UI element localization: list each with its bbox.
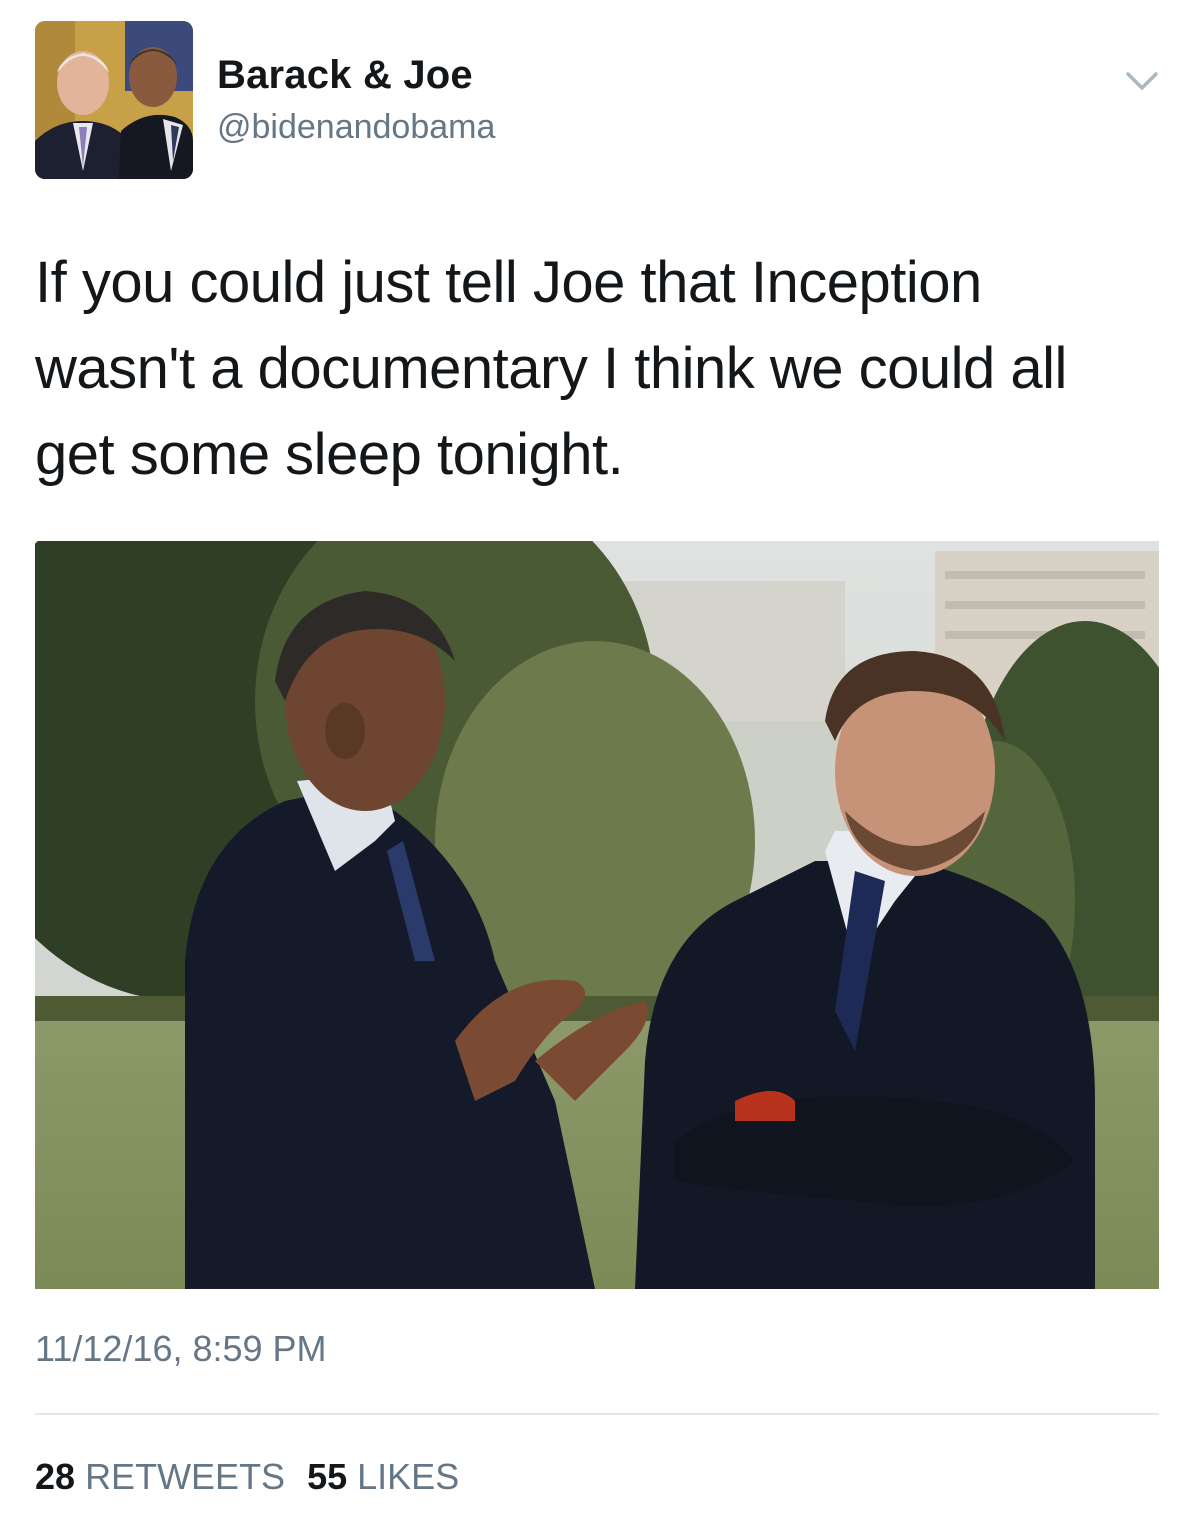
photo-image [35, 541, 1159, 1289]
avatar-image [35, 21, 193, 179]
retweets-label: RETWEETS [85, 1456, 286, 1497]
avatar[interactable] [35, 21, 193, 179]
likes-label: LIKES [357, 1456, 460, 1497]
tweet-card: Barack & Joe @bidenandobama If you could… [0, 0, 1194, 1536]
tweet-text: If you could just tell Joe that Inceptio… [35, 250, 1067, 487]
tweet-timestamp[interactable]: 11/12/16, 8:59 PM [35, 1327, 327, 1371]
author-display-name[interactable]: Barack & Joe [217, 51, 495, 99]
author-handle[interactable]: @bidenandobama [217, 105, 495, 149]
retweets-stat[interactable]: 28 RETWEETS [35, 1455, 285, 1499]
likes-stat[interactable]: 55 LIKES [307, 1455, 459, 1499]
author-names: Barack & Joe @bidenandobama [217, 51, 495, 149]
divider [35, 1413, 1159, 1415]
chevron-down-icon[interactable] [1125, 63, 1159, 97]
tweet-header: Barack & Joe @bidenandobama [35, 21, 1159, 181]
tweet-photo[interactable] [35, 541, 1159, 1289]
likes-count: 55 [307, 1456, 348, 1497]
retweets-count: 28 [35, 1456, 76, 1497]
tweet-stats: 28 RETWEETS 55 LIKES [35, 1455, 459, 1499]
